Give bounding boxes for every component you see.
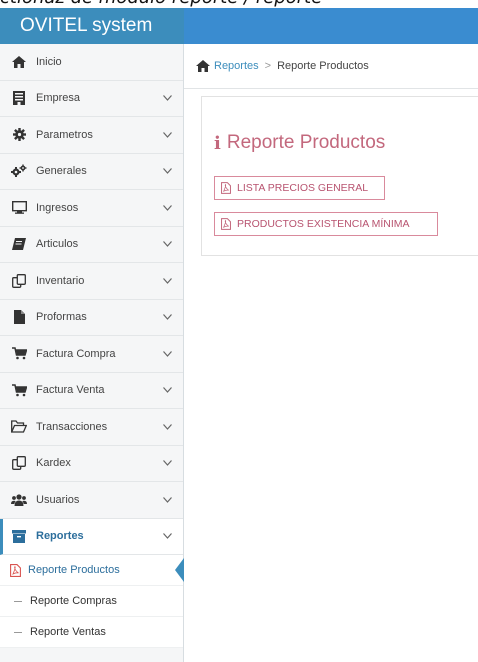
- cart-icon: [11, 346, 27, 362]
- sidebar-item-parametros[interactable]: Parametros: [0, 117, 183, 154]
- page-title: i Reporte Productos: [214, 132, 385, 154]
- sidebar-item-label: Parametros: [36, 128, 93, 141]
- sidebar-item-empresa[interactable]: Empresa: [0, 81, 183, 117]
- sidebar-item-ingresos[interactable]: Ingresos: [0, 190, 183, 227]
- sidebar-item-label: Kardex: [36, 457, 71, 470]
- sidebar-item-factura-compra[interactable]: Factura Compra: [0, 336, 183, 373]
- sidebar-item-label: Articulos: [36, 238, 79, 251]
- breadcrumb-link-reportes[interactable]: Reportes: [214, 60, 259, 72]
- chevron-down-icon: [162, 239, 172, 249]
- users-icon: [11, 492, 27, 508]
- chevron-down-icon: [162, 93, 172, 103]
- sidebar-item-inicio[interactable]: Inicio: [0, 44, 183, 81]
- sidebar-item-usuarios[interactable]: Usuarios: [0, 482, 183, 519]
- sidebar-item-label: Factura Compra: [36, 347, 116, 360]
- pdf-icon: [8, 563, 22, 577]
- sidebar-item-generales[interactable]: Generales: [0, 154, 183, 190]
- gear-icon: [11, 127, 27, 143]
- building-icon: [11, 90, 27, 106]
- chevron-down-icon: [162, 312, 172, 322]
- main-content: i Reporte Productos LISTA PRECIOS GENERA…: [184, 89, 478, 662]
- copy-icon: [11, 455, 27, 471]
- productos-existencia-minima-button[interactable]: PRODUCTOS EXISTENCIA MÍNIMA: [214, 212, 438, 236]
- sidebar-subitem-reporte-ventas[interactable]: Reporte Ventas: [0, 617, 183, 648]
- chevron-down-icon: [162, 349, 172, 359]
- sidebar-item-reportes[interactable]: Reportes: [0, 518, 183, 555]
- breadcrumb-current: Reporte Productos: [277, 60, 369, 72]
- chevron-down-icon: [162, 130, 172, 140]
- sidebar-item-inventario[interactable]: Inventario: [0, 263, 183, 300]
- sidebar-subitem-label: Reporte Compras: [30, 595, 117, 607]
- chevron-down-icon: [162, 276, 172, 286]
- breadcrumb: Reportes > Reporte Productos: [184, 44, 478, 89]
- breadcrumb-separator: >: [264, 60, 272, 72]
- sidebar-subitem-reporte-productos[interactable]: Reporte Productos: [0, 555, 184, 586]
- chevron-down-icon: [162, 385, 172, 395]
- button-label: LISTA PRECIOS GENERAL: [237, 182, 369, 194]
- sidebar-item-articulos[interactable]: Articulos: [0, 227, 183, 263]
- active-indicator-arrow: [175, 558, 184, 582]
- chevron-down-icon: [162, 495, 172, 505]
- sidebar-subitem-reporte-compras[interactable]: Reporte Compras: [0, 586, 183, 617]
- folder-open-icon: [11, 419, 27, 435]
- cart-icon: [11, 382, 27, 398]
- sidebar-item-label: Usuarios: [36, 493, 80, 506]
- home-icon[interactable]: [196, 60, 210, 72]
- pdf-icon: [221, 218, 231, 230]
- sidebar-subitem-label: Reporte Productos: [28, 564, 120, 576]
- sidebar-item-label: Ingresos: [36, 201, 79, 214]
- page-title-text: Reporte Productos: [226, 132, 386, 153]
- archive-icon: [11, 528, 27, 544]
- copy-icon: [11, 273, 27, 289]
- home-icon: [11, 54, 27, 70]
- sidebar-item-label: Inventario: [36, 274, 85, 287]
- info-icon: i: [214, 132, 221, 154]
- lista-precios-general-button[interactable]: LISTA PRECIOS GENERAL: [214, 176, 385, 200]
- sidebar-item-label: Generales: [36, 165, 87, 178]
- page-caption: ctionaz de modulo reporte / reporte: [0, 0, 478, 8]
- tree-dash: [14, 600, 22, 602]
- sidebar-item-label: Factura Venta: [36, 384, 105, 397]
- top-navbar: [184, 8, 478, 44]
- chevron-down-icon: [162, 458, 172, 468]
- chevron-down-icon: [162, 422, 172, 432]
- sidebar-item-label: Empresa: [36, 92, 81, 105]
- book-icon: [11, 236, 27, 252]
- tree-dash: [14, 631, 22, 633]
- sidebar-item-label: Proformas: [36, 311, 87, 324]
- sidebar: Inicio Empresa Parametros Generales Ingr…: [0, 44, 184, 662]
- file-icon: [11, 309, 27, 325]
- sidebar-subitem-label: Reporte Ventas: [30, 626, 106, 638]
- monitor-icon: [11, 200, 27, 216]
- gears-icon: [11, 163, 27, 179]
- report-box: i Reporte Productos LISTA PRECIOS GENERA…: [201, 96, 478, 256]
- sidebar-item-label: Reportes: [36, 530, 84, 543]
- pdf-icon: [221, 182, 231, 194]
- sidebar-item-proformas[interactable]: Proformas: [0, 300, 183, 336]
- sidebar-item-factura-venta[interactable]: Factura Venta: [0, 373, 183, 409]
- sidebar-item-transacciones[interactable]: Transacciones: [0, 409, 183, 446]
- button-label: PRODUCTOS EXISTENCIA MÍNIMA: [237, 218, 410, 230]
- chevron-down-icon: [162, 531, 172, 541]
- sidebar-item-kardex[interactable]: Kardex: [0, 446, 183, 482]
- app-brand[interactable]: OVITEL system: [0, 8, 184, 44]
- sidebar-item-label: Transacciones: [36, 420, 108, 433]
- sidebar-item-label: Inicio: [36, 55, 62, 68]
- chevron-down-icon: [162, 166, 172, 176]
- chevron-down-icon: [162, 203, 172, 213]
